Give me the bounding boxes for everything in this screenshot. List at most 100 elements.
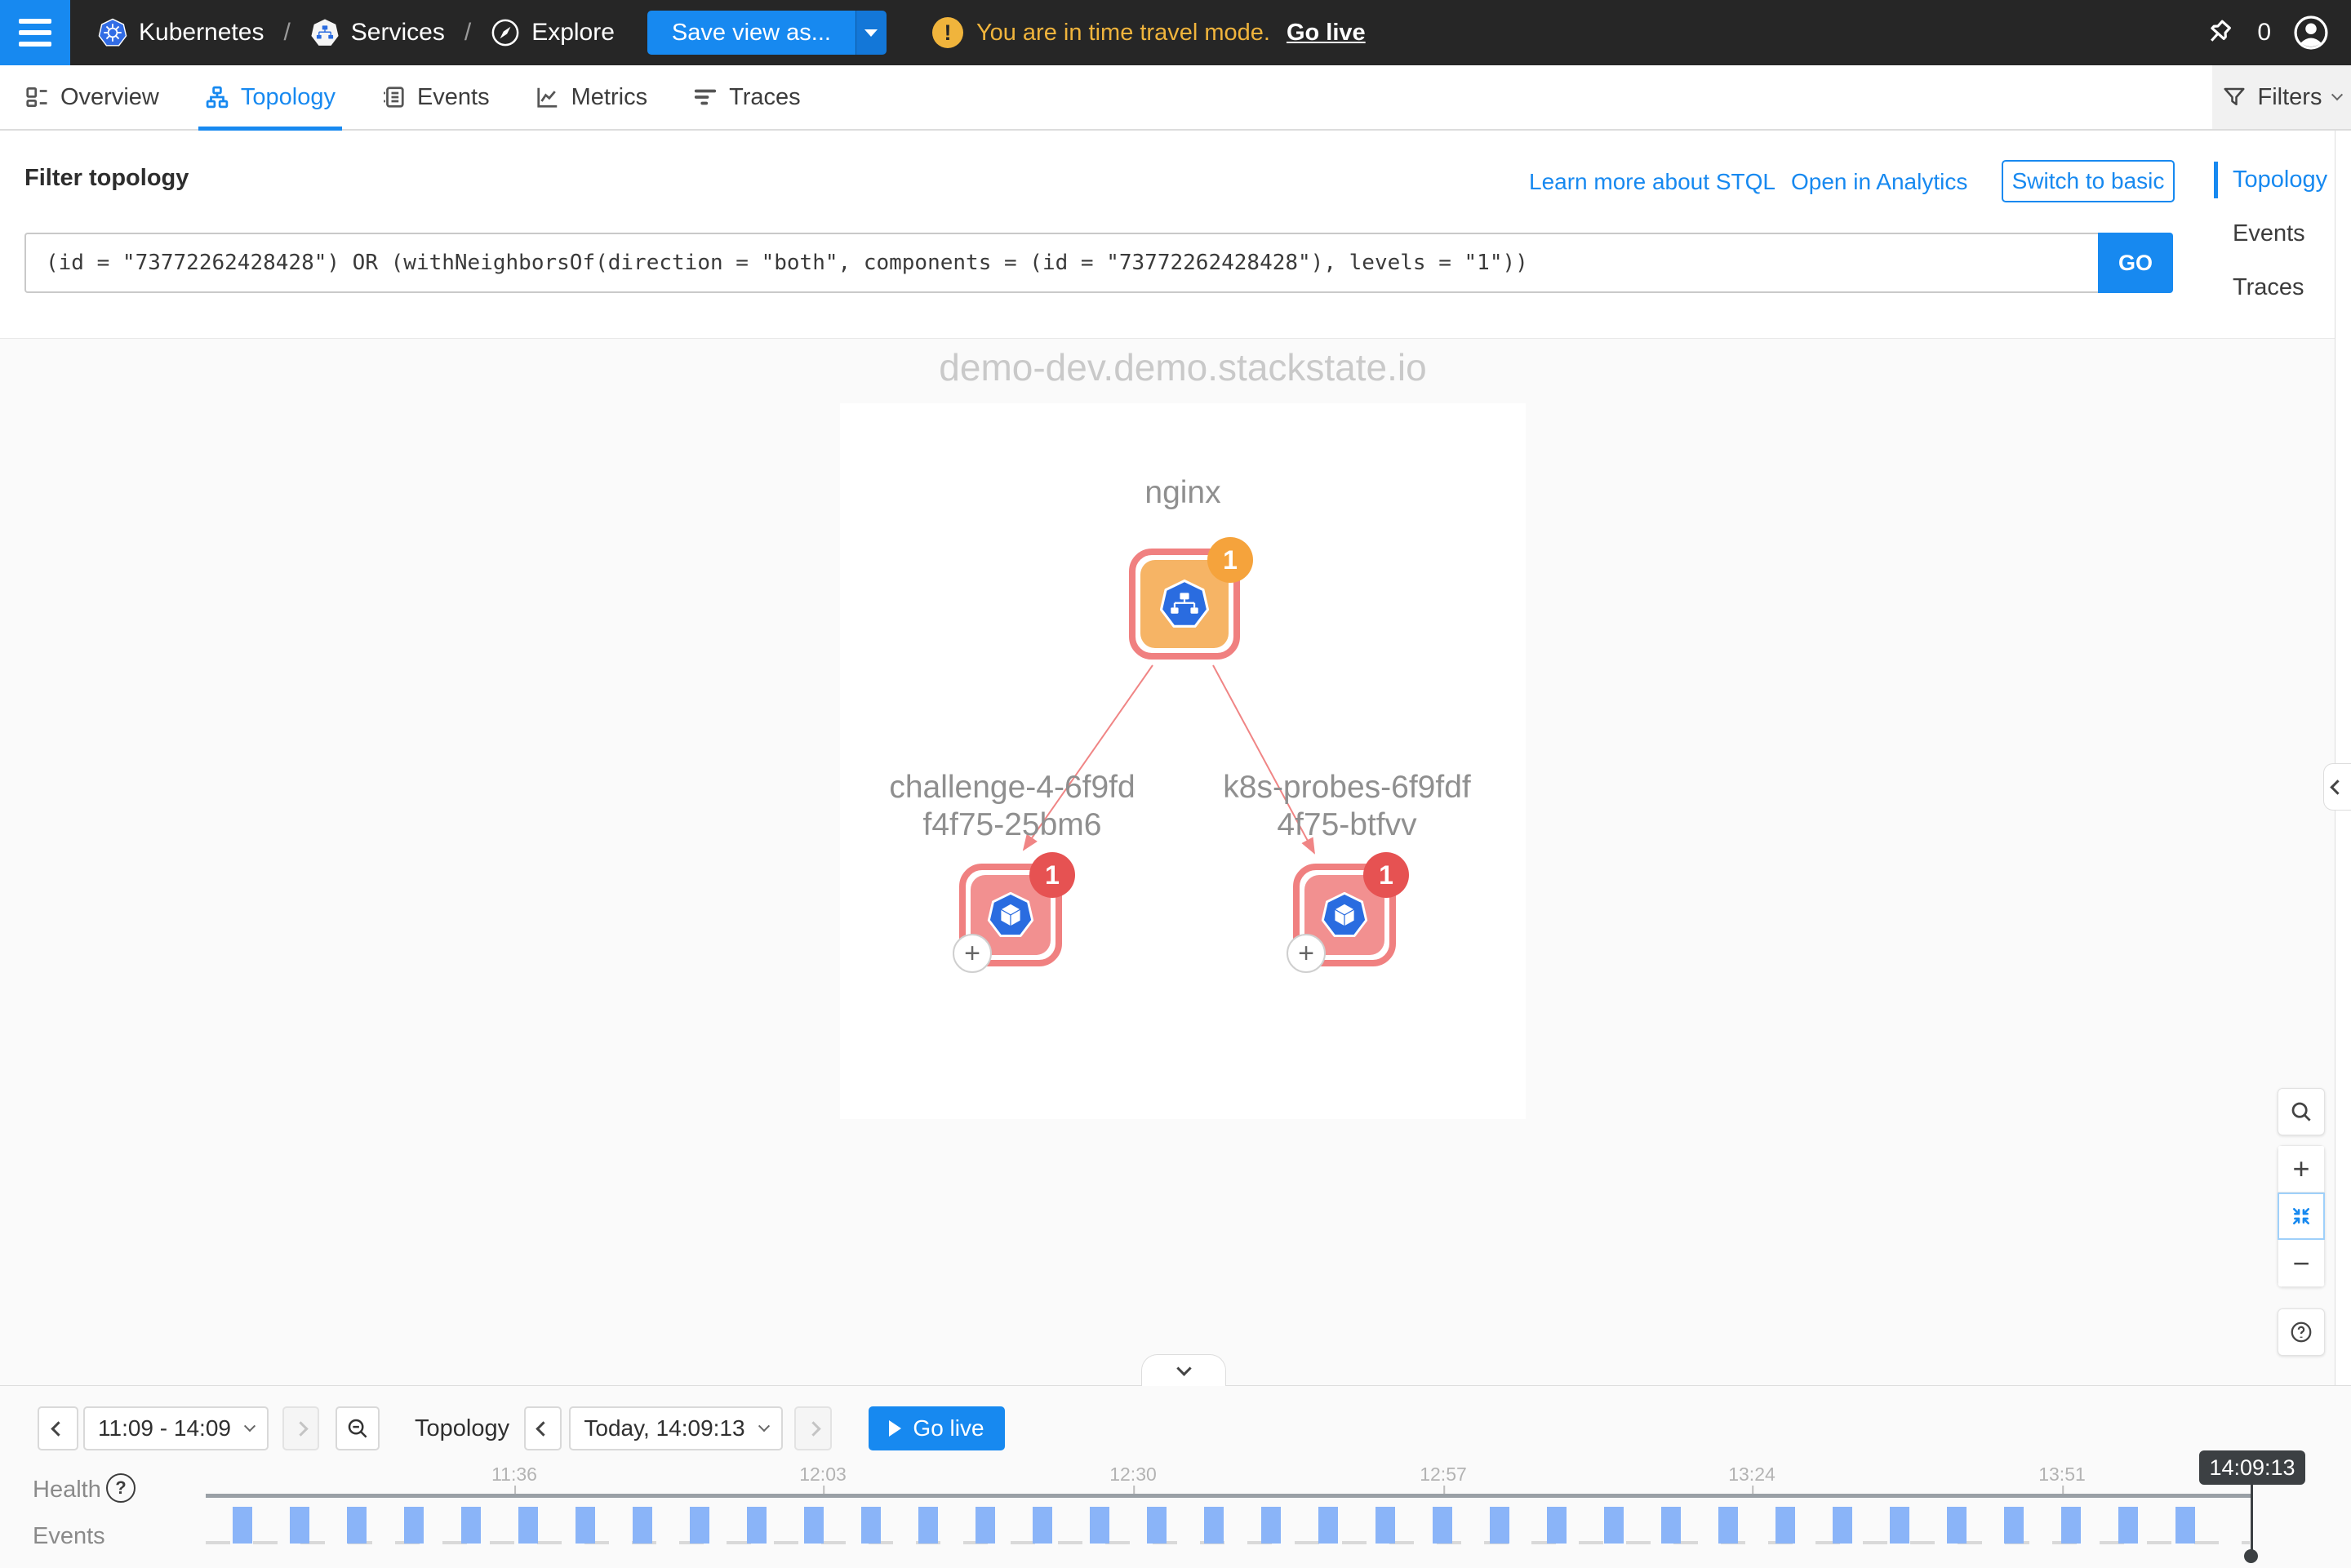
- node-badge[interactable]: 1: [1207, 537, 1253, 583]
- rail-item-traces[interactable]: Traces: [2233, 274, 2327, 301]
- pin-icon[interactable]: [2202, 16, 2236, 50]
- filters-label: Filters: [2258, 84, 2322, 111]
- save-view-caret[interactable]: [856, 11, 887, 55]
- tab-topology[interactable]: Topology: [205, 65, 336, 129]
- event-bar: [1261, 1507, 1281, 1544]
- expand-neighbors-button[interactable]: +: [1287, 934, 1326, 973]
- top-bar: Kubernetes / Services / Explore: [0, 0, 2351, 65]
- switch-to-basic-button[interactable]: Switch to basic: [2002, 160, 2175, 202]
- tab-label: Traces: [729, 84, 801, 111]
- chevron-left-icon: [2330, 780, 2344, 794]
- filters-button[interactable]: Filters: [2212, 65, 2351, 129]
- node-challenge-pod[interactable]: 1 +: [959, 864, 1062, 966]
- go-live-link[interactable]: Go live: [1287, 20, 1366, 47]
- topology-canvas[interactable]: demo-dev.demo.stackstate.io nginx 1 chal…: [0, 339, 2351, 1385]
- tab-overview[interactable]: Overview: [24, 65, 159, 129]
- event-bar: [918, 1507, 938, 1544]
- node-nginx-service[interactable]: 1: [1129, 549, 1240, 660]
- tab-metrics[interactable]: Metrics: [536, 65, 647, 129]
- help-button[interactable]: [2278, 1308, 2325, 1356]
- go-button[interactable]: GO: [2098, 233, 2173, 293]
- k8s-service-icon: [1159, 579, 1210, 629]
- collapse-timeline-button[interactable]: [1141, 1354, 1226, 1386]
- expand-neighbors-button[interactable]: +: [953, 934, 992, 973]
- events-icon: [381, 85, 406, 109]
- stql-query-input[interactable]: [24, 233, 2098, 293]
- tab-label: Overview: [60, 84, 159, 111]
- learn-more-stql-link[interactable]: Learn more about STQL: [1529, 169, 1775, 195]
- event-bar: [976, 1507, 995, 1544]
- event-bar: [290, 1507, 309, 1544]
- pin-count: 0: [2257, 19, 2271, 47]
- event-bar: [1890, 1507, 1909, 1544]
- traces-icon: [693, 85, 718, 109]
- k8s-pod-icon: [1321, 891, 1368, 939]
- event-bar: [1547, 1507, 1567, 1544]
- overview-icon: [24, 85, 49, 109]
- event-bar: [1604, 1507, 1624, 1544]
- range-back-button[interactable]: [38, 1406, 78, 1450]
- tab-events[interactable]: Events: [381, 65, 490, 129]
- help-icon: [2289, 1320, 2313, 1344]
- event-bar: [576, 1507, 595, 1544]
- event-bar: [804, 1507, 824, 1544]
- tab-label: Topology: [241, 84, 336, 111]
- event-bar: [233, 1507, 252, 1544]
- fit-to-screen-button[interactable]: [2278, 1193, 2325, 1240]
- save-view-as-button[interactable]: Save view as...: [647, 11, 887, 55]
- zoom-out-button[interactable]: −: [2278, 1240, 2325, 1287]
- event-bar: [1204, 1507, 1224, 1544]
- events-row-label: Events: [33, 1523, 105, 1550]
- rail-item-events[interactable]: Events: [2233, 220, 2327, 247]
- breadcrumb-label: Services: [351, 19, 445, 47]
- event-bar: [1147, 1507, 1167, 1544]
- breadcrumb-label: Explore: [531, 19, 615, 47]
- current-time-marker-dot[interactable]: [2244, 1549, 2258, 1563]
- filter-panel-title: Filter topology: [24, 165, 189, 192]
- expand-right-panel-button[interactable]: [2323, 763, 2351, 811]
- zoom-in-button[interactable]: +: [2278, 1145, 2325, 1193]
- event-bar: [1947, 1507, 1967, 1544]
- timeline-panel: 11:09 - 14:09 Topology Today, 14:09:13 G…: [0, 1385, 2351, 1567]
- event-bar: [1490, 1507, 1509, 1544]
- chevron-down-icon: [1176, 1361, 1191, 1375]
- breadcrumb-separator: /: [464, 19, 471, 47]
- event-bar: [461, 1507, 481, 1544]
- tab-label: Events: [417, 84, 490, 111]
- event-bar: [861, 1507, 881, 1544]
- save-view-as-label[interactable]: Save view as...: [647, 11, 856, 55]
- node-badge[interactable]: 1: [1363, 852, 1409, 898]
- breadcrumb-services[interactable]: Services: [310, 18, 445, 47]
- tab-traces[interactable]: Traces: [693, 65, 801, 129]
- topology-icon: [205, 85, 229, 109]
- health-row-label: Health: [33, 1477, 101, 1504]
- kubernetes-icon: [98, 18, 127, 47]
- event-bar: [633, 1507, 652, 1544]
- plus-icon: +: [2292, 1154, 2309, 1184]
- current-time-badge: 14:09:13: [2199, 1450, 2305, 1485]
- rail-item-topology[interactable]: Topology: [2233, 167, 2327, 193]
- search-components-button[interactable]: [2278, 1088, 2325, 1135]
- node-badge[interactable]: 1: [1029, 852, 1075, 898]
- node-label-nginx: nginx: [1144, 474, 1220, 512]
- breadcrumb-kubernetes[interactable]: Kubernetes: [98, 18, 264, 47]
- time-travel-text: You are in time travel mode.: [976, 20, 1270, 47]
- event-bar: [404, 1507, 424, 1544]
- services-icon: [310, 18, 340, 47]
- event-bar: [1433, 1507, 1452, 1544]
- event-bar: [347, 1507, 367, 1544]
- event-bar: [2118, 1507, 2138, 1544]
- time-travel-alert: ! You are in time travel mode. Go live: [932, 17, 1366, 48]
- health-help-icon[interactable]: ?: [106, 1473, 136, 1503]
- chevron-down-icon: [2331, 89, 2343, 100]
- open-in-analytics-link[interactable]: Open in Analytics: [1791, 169, 1967, 195]
- event-bar: [2175, 1507, 2195, 1544]
- search-icon: [2289, 1099, 2313, 1124]
- breadcrumb-explore[interactable]: Explore: [491, 18, 615, 47]
- user-avatar-icon[interactable]: [2292, 14, 2330, 51]
- event-bar: [2061, 1507, 2081, 1544]
- event-bar: [1375, 1507, 1395, 1544]
- metrics-icon: [536, 85, 560, 109]
- node-k8s-probes-pod[interactable]: 1 +: [1293, 864, 1396, 966]
- menu-icon[interactable]: [0, 0, 70, 65]
